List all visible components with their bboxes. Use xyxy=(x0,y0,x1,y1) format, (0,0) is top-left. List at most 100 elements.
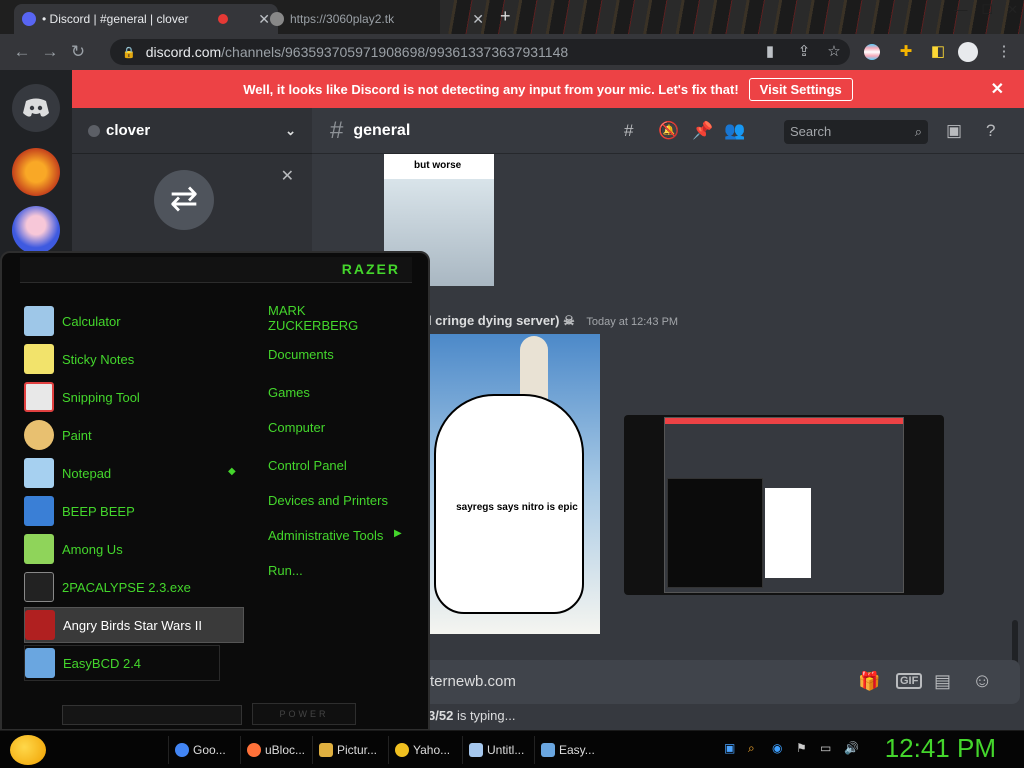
close-window-icon[interactable]: ✕ xyxy=(1007,2,1018,18)
program-2pacalypse[interactable]: 2PACALYPSE 2.3.exe xyxy=(24,569,246,605)
close-invite-icon[interactable]: ✕ xyxy=(281,166,294,186)
message-author[interactable]: ol cringe dying server) xyxy=(420,313,559,328)
tab-title: https://3060play2.tk xyxy=(290,12,395,26)
minimize-icon[interactable]: — xyxy=(954,2,967,18)
browser-menu-icon[interactable]: ⋮ xyxy=(994,42,1014,62)
taskbar-item-yahoo[interactable]: Yaho... xyxy=(388,736,456,764)
taskbar: Goo... uBloc... Pictur... Yaho... Untitl… xyxy=(0,730,1024,768)
start-search-box[interactable] xyxy=(62,705,242,725)
place-control-panel[interactable]: Control Panel xyxy=(268,458,347,473)
camera-icon[interactable]: ▮ xyxy=(760,42,780,62)
tray-search-icon[interactable]: ⌕ xyxy=(748,741,762,755)
taskbar-item-chrome[interactable]: Goo... xyxy=(168,736,232,764)
place-documents[interactable]: Documents xyxy=(268,347,334,362)
member-list-icon[interactable]: 👥 xyxy=(724,121,745,141)
program-notepad[interactable]: Notepad xyxy=(24,455,246,491)
nested-start-menu xyxy=(667,478,763,588)
places-list: MARK ZUCKERBERG Documents Games Computer… xyxy=(256,283,416,689)
program-snipping-tool[interactable]: Snipping Tool xyxy=(24,379,246,415)
image-attachment-screenshot[interactable] xyxy=(624,415,944,595)
back-icon[interactable]: ← xyxy=(8,42,36,62)
start-menu: RAZER Calculator Sticky Notes Snipping T… xyxy=(0,251,430,731)
bookmark-star-icon[interactable]: ☆ xyxy=(824,42,844,62)
server-header[interactable]: clover ⌄ xyxy=(72,108,312,154)
program-label: Calculator xyxy=(62,313,121,329)
tab-3060play2[interactable]: https://3060play2.tk ✕ xyxy=(262,4,492,34)
program-label: EasyBCD 2.4 xyxy=(63,655,142,671)
taskbar-item-firefox[interactable]: uBloc... xyxy=(240,736,311,764)
start-button[interactable] xyxy=(10,735,46,765)
share-icon[interactable]: ⇪ xyxy=(794,42,814,62)
place-games[interactable]: Games xyxy=(268,385,310,400)
new-program-indicator-icon: ◆ xyxy=(228,466,236,477)
taskbar-clock[interactable]: 12:41 PM xyxy=(885,733,996,764)
taskbar-item-easybcd[interactable]: Easy... xyxy=(534,736,601,764)
razer-logo: RAZER xyxy=(341,261,400,277)
maximize-icon[interactable]: ☐ xyxy=(981,2,993,18)
program-among-us[interactable]: Among Us xyxy=(24,531,246,567)
sticky-notes-icon xyxy=(24,344,54,374)
mute-bell-icon[interactable]: 🔕 xyxy=(658,121,679,141)
paint-palette-icon xyxy=(24,420,54,450)
power-button[interactable]: POWER xyxy=(252,703,356,725)
program-beep-beep[interactable]: BEEP BEEP xyxy=(24,493,246,529)
server-badge-icon xyxy=(88,124,100,137)
extensions-puzzle-icon[interactable]: ✚ xyxy=(896,42,916,62)
program-sticky-notes[interactable]: Sticky Notes xyxy=(24,341,246,377)
tray-flag-icon[interactable]: ⚑ xyxy=(796,741,810,755)
program-label: Angry Birds Star Wars II xyxy=(63,617,202,633)
program-paint[interactable]: Paint xyxy=(24,417,246,453)
new-tab-button[interactable]: + xyxy=(500,6,511,27)
reload-icon[interactable]: ↻ xyxy=(64,42,92,62)
tray-monitor-icon[interactable]: ▭ xyxy=(820,741,834,755)
program-label: Notepad xyxy=(62,465,112,481)
notepad-icon xyxy=(24,458,54,488)
url-field[interactable]: 🔒 discord.com/channels/96359370597190869… xyxy=(110,39,850,65)
place-user[interactable]: MARK ZUCKERBERG xyxy=(268,303,378,333)
browser-tab-strip: • Discord | #general | clover ✕ https://… xyxy=(0,0,1024,34)
place-run[interactable]: Run... xyxy=(268,563,303,578)
yahoo-smiley-icon xyxy=(395,743,409,757)
tray-update-icon[interactable]: ◉ xyxy=(772,741,786,755)
extension-flag-icon[interactable] xyxy=(864,44,880,60)
tray-network-icon[interactable]: ▣ xyxy=(724,741,738,755)
program-list: Calculator Sticky Notes Snipping Tool Pa… xyxy=(12,283,252,689)
message-header: ol cringe dying server) ☠ Today at 12:43… xyxy=(420,313,678,329)
place-devices-printers[interactable]: Devices and Printers xyxy=(268,493,388,508)
search-input[interactable]: Search ⌕ xyxy=(784,120,928,144)
help-icon[interactable]: ? xyxy=(986,121,995,141)
taskbar-item-notepad[interactable]: Untitl... xyxy=(462,736,530,764)
server-icon-clover[interactable] xyxy=(12,206,60,254)
gif-button[interactable]: GIF xyxy=(896,673,923,689)
emoji-picker-icon[interactable]: ☺ xyxy=(972,670,992,693)
program-easybcd[interactable]: EasyBCD 2.4 xyxy=(24,645,220,681)
tray-volume-icon[interactable]: 🔊 xyxy=(844,741,859,755)
visit-settings-button[interactable]: Visit Settings xyxy=(748,77,853,101)
invite-swap-icon: ⇄ xyxy=(154,170,214,230)
server-icon-sun[interactable] xyxy=(12,148,60,196)
forward-icon[interactable]: → xyxy=(36,42,64,62)
side-panel-icon[interactable]: ◧ xyxy=(928,42,948,62)
program-calculator[interactable]: Calculator xyxy=(24,303,246,339)
tab-title: • Discord | #general | clover xyxy=(42,12,189,26)
pin-icon[interactable]: 📌 xyxy=(692,121,713,141)
inbox-icon[interactable]: ▣ xyxy=(946,121,962,141)
threads-icon[interactable]: # xyxy=(624,121,633,141)
scissors-icon xyxy=(24,382,54,412)
dismiss-banner-icon[interactable]: ✕ xyxy=(991,79,1004,99)
typing-user: 3/52 xyxy=(428,708,454,723)
close-tab-icon[interactable]: ✕ xyxy=(472,11,484,28)
discord-home-icon[interactable] xyxy=(12,84,60,132)
gift-icon[interactable]: 🎁 xyxy=(858,671,880,692)
taskbar-label: Goo... xyxy=(193,743,226,757)
program-angry-birds-star-wars[interactable]: Angry Birds Star Wars II xyxy=(24,607,244,643)
taskbar-item-pictures[interactable]: Pictur... xyxy=(312,736,383,764)
chevron-down-icon[interactable]: ⌄ xyxy=(285,123,296,139)
image-attachment-meme[interactable]: sayregs says nitro is epic xyxy=(430,334,600,634)
tab-discord[interactable]: • Discord | #general | clover ✕ xyxy=(14,4,278,34)
profile-avatar[interactable] xyxy=(958,42,978,62)
message-input[interactable]: ternewb.com 🎁 GIF ▤ ☺ xyxy=(420,660,1020,704)
place-admin-tools[interactable]: Administrative Tools xyxy=(268,528,383,543)
sticker-icon[interactable]: ▤ xyxy=(934,671,951,692)
place-computer[interactable]: Computer xyxy=(268,420,325,435)
